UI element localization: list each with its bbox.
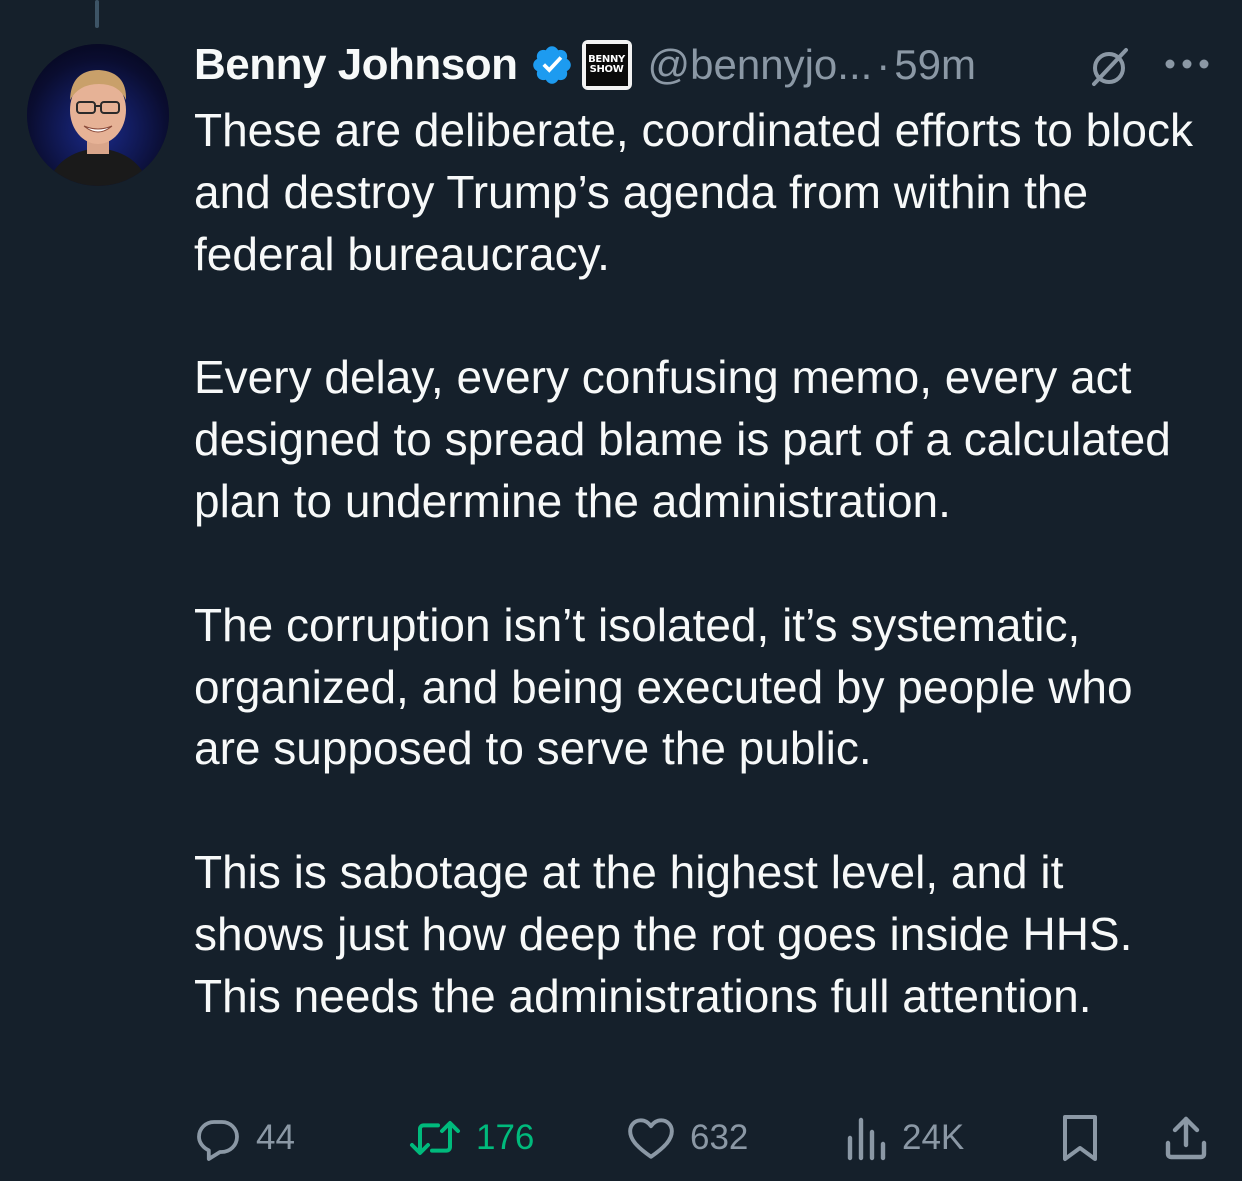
tweet-paragraph: Every delay, every confusing memo, every… bbox=[194, 351, 1171, 527]
reply-button[interactable]: 44 bbox=[194, 1108, 295, 1168]
avatar[interactable] bbox=[27, 44, 169, 186]
more-options-icon[interactable] bbox=[1162, 50, 1212, 78]
bookmark-button[interactable] bbox=[1060, 1108, 1100, 1168]
tweet-paragraph: The corruption isn’t isolated, it’s syst… bbox=[194, 598, 1133, 775]
tweet-paragraph: This is sabotage at the highest level, a… bbox=[194, 846, 1133, 1022]
tweet-text: These are deliberate, coordinated effort… bbox=[194, 100, 1204, 1028]
speech-bubble-icon bbox=[197, 1120, 239, 1161]
author-display-name[interactable]: Benny Johnson bbox=[194, 40, 518, 90]
bookmark-icon bbox=[1063, 1115, 1097, 1161]
like-count: 632 bbox=[690, 1118, 749, 1157]
author-handle[interactable]: @bennyjo... bbox=[648, 41, 873, 89]
tweet-paragraph: These are deliberate, coordinated effort… bbox=[194, 104, 1193, 280]
tweet-action-bar: 44 176 632 24K bbox=[194, 1108, 1224, 1168]
header-separator: · bbox=[876, 41, 891, 88]
retweet-count: 176 bbox=[476, 1118, 535, 1157]
reply-count: 44 bbox=[256, 1118, 295, 1157]
grok-slash-circle-icon[interactable] bbox=[1086, 44, 1132, 90]
retweet-arrows-icon bbox=[410, 1121, 460, 1155]
share-upload-icon bbox=[1165, 1116, 1207, 1160]
like-button[interactable]: 632 bbox=[626, 1108, 748, 1168]
thread-connector-line bbox=[95, 0, 99, 28]
tweet-timestamp[interactable]: 59m bbox=[894, 41, 976, 89]
heart-icon bbox=[628, 1118, 674, 1159]
share-button[interactable] bbox=[1164, 1108, 1208, 1168]
views-button[interactable]: 24K bbox=[844, 1108, 964, 1168]
retweet-button[interactable]: 176 bbox=[408, 1108, 534, 1168]
tweet-header: Benny Johnson BENNY SHOW @bennyjo... · 5… bbox=[194, 36, 1224, 94]
affiliation-logo: BENNY SHOW bbox=[585, 44, 628, 86]
tweet-card[interactable]: Benny Johnson BENNY SHOW @bennyjo... · 5… bbox=[0, 0, 1242, 1181]
verified-badge-icon[interactable] bbox=[530, 43, 574, 87]
avatar-portrait-image bbox=[27, 44, 169, 186]
view-count: 24K bbox=[902, 1118, 965, 1157]
affiliation-badge[interactable]: BENNY SHOW bbox=[581, 40, 632, 90]
bar-chart-icon bbox=[847, 1117, 886, 1161]
